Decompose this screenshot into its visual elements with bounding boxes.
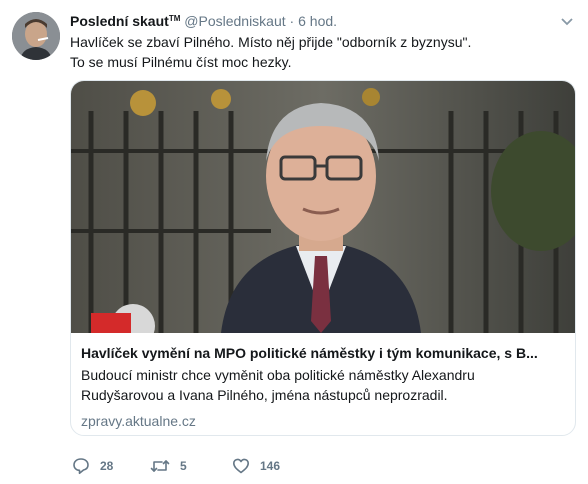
tweet[interactable]: Poslední skautTM @Posledniskaut · 6 hod.… bbox=[0, 0, 588, 484]
tweet-text: Havlíček se zbaví Pilného. Místo něj při… bbox=[70, 32, 574, 72]
link-card[interactable]: Havlíček vymění na MPO politické náměstk… bbox=[70, 80, 576, 436]
card-body[interactable]: Havlíček vymění na MPO politické náměstk… bbox=[81, 343, 563, 431]
card-image[interactable] bbox=[71, 81, 575, 333]
tweet-text-line: Havlíček se zbaví Pilného. Místo něj při… bbox=[70, 34, 472, 50]
reply-count: 28 bbox=[100, 459, 114, 473]
card-title[interactable]: Havlíček vymění na MPO politické náměstk… bbox=[81, 343, 563, 363]
retweet-count: 5 bbox=[180, 459, 187, 473]
retweet-button[interactable]: 5 bbox=[150, 456, 187, 476]
avatar[interactable] bbox=[12, 12, 60, 60]
card-description: Budoucí ministr chce vyměnit oba politic… bbox=[81, 365, 563, 405]
tweet-timestamp[interactable]: 6 hod. bbox=[298, 13, 337, 29]
heart-icon bbox=[233, 458, 249, 474]
reply-button[interactable]: 28 bbox=[72, 456, 113, 476]
card-domain[interactable]: zpravy.aktualne.cz bbox=[81, 411, 563, 431]
like-button[interactable]: 146 bbox=[232, 456, 280, 476]
tweet-text-line: To se musí Pilnému číst moc hezky. bbox=[70, 54, 292, 70]
retweet-icon bbox=[150, 460, 170, 472]
separator-dot: · bbox=[289, 13, 295, 29]
card-description-line: Rudyšarovou a Ivana Pilného, jména nástu… bbox=[81, 387, 448, 403]
chevron-down-icon[interactable] bbox=[560, 14, 574, 26]
like-count: 146 bbox=[260, 459, 281, 473]
tweet-header: Poslední skautTM @Posledniskaut · 6 hod. bbox=[70, 10, 578, 30]
card-description-line: Budoucí ministr chce vyměnit oba politic… bbox=[81, 367, 475, 383]
display-name[interactable]: Poslední skautTM bbox=[70, 13, 180, 29]
user-handle[interactable]: @Posledniskaut bbox=[184, 13, 285, 29]
trademark-sup: TM bbox=[168, 14, 181, 23]
reply-icon bbox=[73, 458, 89, 475]
